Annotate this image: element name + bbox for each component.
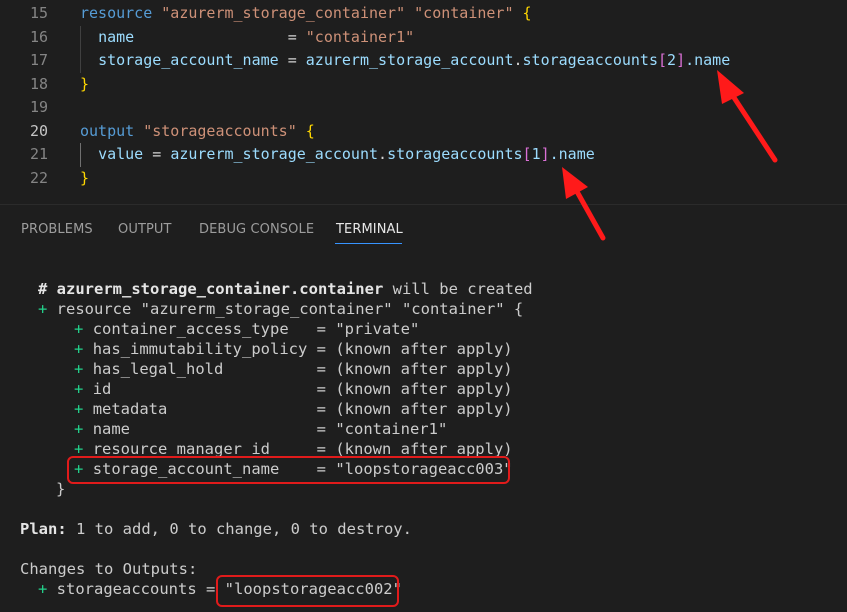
attr-value: = (known after apply): [316, 400, 513, 418]
plus-sign: +: [74, 420, 84, 438]
plus-sign: +: [74, 360, 84, 378]
code-line-21: value = azurerm_storage_account.storagea…: [80, 143, 595, 167]
plan-text: 1 to add, 0 to change, 0 to destroy.: [66, 520, 412, 538]
code-line-18: }: [80, 73, 89, 97]
terminal-attr-line: + has_immutability_policy = (known after…: [74, 339, 513, 359]
attr-name: container_access_type: [92, 320, 317, 338]
line-number: 17: [29, 51, 48, 69]
attr-key: storage_account_name: [98, 51, 279, 69]
string: "storageaccounts": [143, 121, 297, 140]
brace: }: [80, 168, 90, 187]
bracket: ]: [676, 51, 686, 69]
string: "container": [414, 4, 514, 22]
reference: azurerm_storage_account: [170, 145, 379, 163]
terminal-attr-line: + metadata = (known after apply): [74, 399, 513, 419]
tab-terminal[interactable]: TERMINAL: [336, 222, 403, 237]
attr-tail: .name: [549, 145, 595, 163]
dot: .: [378, 145, 388, 163]
terminal-attr-line: + container_access_type = "private": [74, 319, 419, 339]
attr-value: = (known after apply): [316, 360, 513, 378]
terminal-plan-line: Plan: 1 to add, 0 to change, 0 to destro…: [20, 519, 412, 539]
attr-value: = (known after apply): [316, 340, 513, 358]
terminal-attr-line: + name = "container1": [74, 419, 447, 439]
highlight-box-storage-account: [67, 456, 510, 484]
dot: .: [513, 51, 523, 69]
brace: }: [80, 74, 90, 93]
code-line-15: resource "azurerm_storage_container" "co…: [80, 2, 532, 26]
operator: =: [287, 27, 297, 46]
terminal-line: + resource "azurerm_storage_container" "…: [38, 299, 523, 319]
string: "container1": [305, 27, 415, 46]
tab-problems[interactable]: PROBLEMS: [21, 222, 93, 237]
plus-sign: +: [38, 300, 48, 318]
attr-tail: .name: [685, 51, 731, 69]
line-number: 21: [29, 145, 48, 163]
string: "azurerm_storage_container": [161, 4, 406, 22]
code-editor[interactable]: 15 16 17 18 19 20 21 22 resource "azurer…: [0, 0, 847, 204]
reference: storageaccounts: [387, 145, 523, 163]
code-line-20: output "storageaccounts" {: [80, 120, 315, 144]
code-line-22: }: [80, 167, 89, 191]
tab-debug-console[interactable]: DEBUG CONSOLE: [199, 222, 314, 237]
brace: {: [305, 121, 315, 140]
plus-sign: +: [74, 380, 84, 398]
active-tab-indicator: [335, 243, 402, 244]
brace: {: [522, 4, 532, 22]
highlight-box-output-value: [216, 575, 399, 607]
plus-sign: +: [38, 580, 48, 598]
reference: azurerm_storage_account: [305, 51, 514, 69]
attr-key: value: [98, 145, 144, 163]
terminal-line: # azurerm_storage_container.container wi…: [38, 279, 533, 299]
line-number: 15: [29, 4, 48, 22]
attr-name: has_legal_hold: [92, 360, 317, 378]
plus-sign: +: [74, 320, 84, 338]
attr-name: has_immutability_policy: [92, 340, 317, 358]
terminal-hash: #: [38, 280, 57, 298]
terminal-close-brace: }: [56, 480, 66, 498]
line-number: 16: [29, 27, 48, 46]
plus-sign: +: [74, 340, 84, 358]
plus-sign: +: [74, 400, 84, 418]
terminal-text: resource "azurerm_storage_container" "co…: [47, 300, 524, 318]
bracket: [: [522, 145, 532, 163]
code-line-17: storage_account_name = azurerm_storage_a…: [80, 49, 730, 73]
attr-value: = (known after apply): [316, 380, 513, 398]
line-number: 19: [29, 98, 48, 116]
attr-value: = "container1": [316, 420, 448, 438]
line-number-active: 20: [29, 121, 48, 140]
attr-value: = "private": [316, 320, 420, 338]
terminal-resource-name: azurerm_storage_container.container: [56, 280, 384, 298]
terminal-attr-line: + id = (known after apply): [74, 379, 513, 399]
keyword: output: [80, 121, 135, 140]
attr-name: id: [92, 380, 317, 398]
code-line-16: name = "container1": [80, 26, 414, 50]
output-name: storageaccounts =: [47, 580, 225, 598]
attr-name: metadata: [92, 400, 317, 418]
attr-name: name: [92, 420, 317, 438]
reference: storageaccounts: [522, 51, 658, 69]
terminal-attr-line: + has_legal_hold = (known after apply): [74, 359, 513, 379]
tab-output[interactable]: OUTPUT: [118, 222, 172, 237]
panel-tabs: PROBLEMS OUTPUT DEBUG CONSOLE TERMINAL: [0, 205, 847, 251]
operator: =: [152, 145, 162, 163]
attr-key: name: [98, 27, 135, 46]
terminal-text: will be created: [383, 280, 533, 298]
outputs-header: Changes to Outputs:: [20, 560, 198, 578]
line-number: 18: [29, 74, 48, 93]
index: 1: [531, 145, 541, 163]
keyword: resource: [80, 4, 153, 22]
bracket: [: [658, 51, 668, 69]
index: 2: [667, 51, 677, 69]
plan-label: Plan:: [20, 520, 67, 538]
bracket: ]: [540, 145, 550, 163]
operator: =: [287, 51, 297, 69]
line-number: 22: [29, 168, 48, 187]
